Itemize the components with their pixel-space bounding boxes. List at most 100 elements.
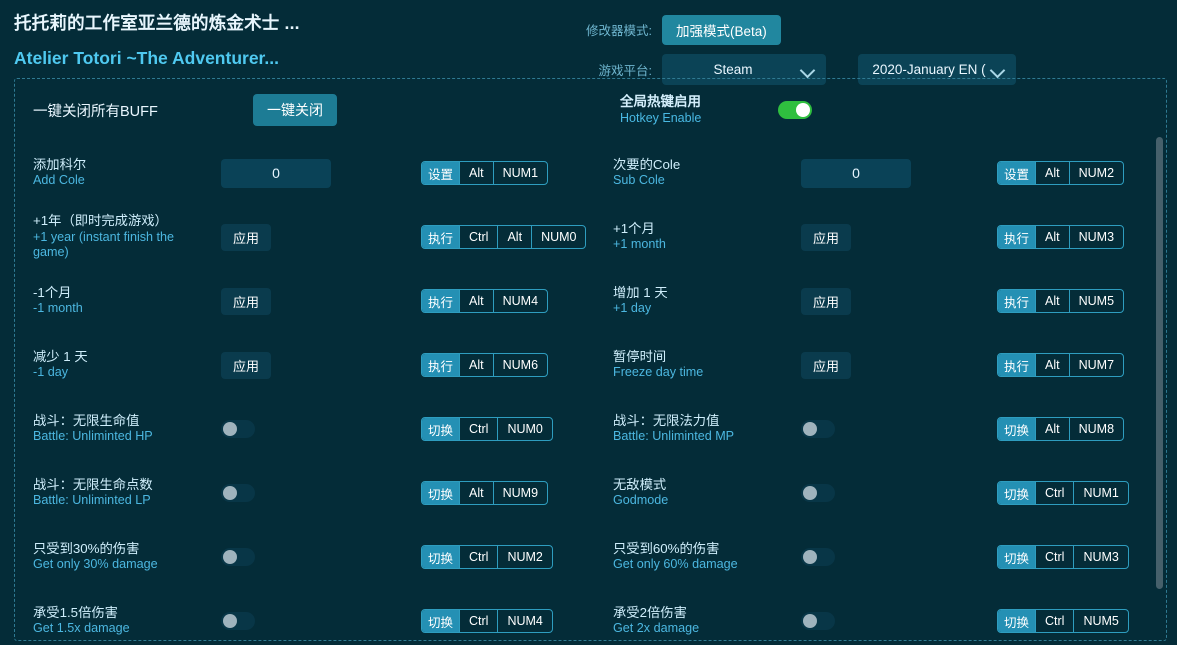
hotkey-key[interactable]: Alt xyxy=(1035,162,1069,184)
cheat-toggle[interactable] xyxy=(801,420,835,438)
cheat-label: -1个月-1 month xyxy=(33,285,221,317)
cheat-value-input[interactable] xyxy=(221,159,331,188)
hotkey-action-button[interactable]: 切换 xyxy=(422,418,459,440)
hotkey-key[interactable]: Alt xyxy=(1035,226,1069,248)
hotkey-key[interactable]: Ctrl xyxy=(1035,482,1073,504)
hotkey-key[interactable]: NUM7 xyxy=(1069,354,1123,376)
hotkey-binding[interactable]: 切换CtrlNUM5 xyxy=(997,609,1129,633)
hotkey-action-button[interactable]: 设置 xyxy=(998,162,1035,184)
apply-button[interactable]: 应用 xyxy=(801,352,851,379)
hotkey-key[interactable]: Alt xyxy=(1035,290,1069,312)
hotkey-action-button[interactable]: 执行 xyxy=(422,290,459,312)
hotkey-key[interactable]: NUM8 xyxy=(1069,418,1123,440)
close-all-buffs-button[interactable]: 一键关闭 xyxy=(253,94,337,126)
cheat-value-input[interactable] xyxy=(801,159,911,188)
hotkey-enable-label: 全局热键启用 Hotkey Enable xyxy=(603,94,778,127)
hotkey-binding[interactable]: 切换AltNUM9 xyxy=(421,481,548,505)
apply-button[interactable]: 应用 xyxy=(221,288,271,315)
hotkey-key[interactable]: Alt xyxy=(459,482,493,504)
hotkey-action-button[interactable]: 切换 xyxy=(998,482,1035,504)
cheat-toggle[interactable] xyxy=(221,548,255,566)
hotkey-key[interactable]: NUM2 xyxy=(497,546,551,568)
hotkey-key[interactable]: Ctrl xyxy=(1035,610,1073,632)
apply-button[interactable]: 应用 xyxy=(801,288,851,315)
hotkey-action-button[interactable]: 执行 xyxy=(422,226,459,248)
hotkey-enable-toggle[interactable] xyxy=(778,101,812,119)
hotkey-action-button[interactable]: 设置 xyxy=(422,162,459,184)
hotkey-action-button[interactable]: 执行 xyxy=(998,354,1035,376)
hotkey-binding[interactable]: 执行AltNUM7 xyxy=(997,353,1124,377)
trainer-mode-row: 修改器模式: 加强模式(Beta) xyxy=(574,13,781,46)
hotkey-key[interactable]: Ctrl xyxy=(459,226,497,248)
hotkey-action-button[interactable]: 执行 xyxy=(998,290,1035,312)
hotkey-binding[interactable]: 执行AltNUM4 xyxy=(421,289,548,313)
hotkey-key[interactable]: Alt xyxy=(497,226,531,248)
hotkey-action-button[interactable]: 切换 xyxy=(422,610,459,632)
hotkey-key[interactable]: NUM0 xyxy=(497,418,551,440)
hotkey-key[interactable]: NUM4 xyxy=(497,610,551,632)
hotkey-binding[interactable]: 切换CtrlNUM1 xyxy=(997,481,1129,505)
hotkey-action-button[interactable]: 切换 xyxy=(998,610,1035,632)
hotkey-binding[interactable]: 切换CtrlNUM0 xyxy=(421,417,553,441)
cheat-control: 应用 xyxy=(801,352,973,379)
scrollbar-thumb[interactable] xyxy=(1156,137,1163,589)
toggle-knob xyxy=(803,614,817,628)
hotkey-binding[interactable]: 切换AltNUM8 xyxy=(997,417,1124,441)
cheat-toggle[interactable] xyxy=(221,612,255,630)
cheat-label: 战斗：无限法力值Battle: Unliminted MP xyxy=(613,413,801,445)
hotkey-action-button[interactable]: 执行 xyxy=(998,226,1035,248)
apply-button[interactable]: 应用 xyxy=(221,224,271,251)
hotkey-key[interactable]: NUM1 xyxy=(493,162,547,184)
hotkey-action-button[interactable]: 切换 xyxy=(422,546,459,568)
hotkey-key[interactable]: Ctrl xyxy=(459,610,497,632)
hotkey-binding[interactable]: 设置AltNUM2 xyxy=(997,161,1124,185)
hotkey-key[interactable]: Alt xyxy=(459,162,493,184)
toggle-knob xyxy=(803,550,817,564)
hotkey-key[interactable]: Alt xyxy=(459,354,493,376)
close-all-buffs-label: 一键关闭所有BUFF xyxy=(23,100,253,121)
hotkey-key[interactable]: Alt xyxy=(1035,354,1069,376)
apply-button[interactable]: 应用 xyxy=(221,352,271,379)
cheat-toggle[interactable] xyxy=(221,420,255,438)
hotkey-key[interactable]: Ctrl xyxy=(1035,546,1073,568)
hotkey-binding[interactable]: 设置AltNUM1 xyxy=(421,161,548,185)
cheat-toggle[interactable] xyxy=(801,548,835,566)
hotkey-key[interactable]: NUM3 xyxy=(1069,226,1123,248)
hotkey-action-button[interactable]: 切换 xyxy=(998,418,1035,440)
panel-scrollbar[interactable] xyxy=(1155,81,1164,638)
hotkey-key[interactable]: NUM1 xyxy=(1073,482,1127,504)
hotkey-key[interactable]: NUM9 xyxy=(493,482,547,504)
hotkey-key[interactable]: NUM4 xyxy=(493,290,547,312)
hotkey-key[interactable]: NUM0 xyxy=(531,226,585,248)
cheat-toggle[interactable] xyxy=(221,484,255,502)
hotkey-key[interactable]: Ctrl xyxy=(459,418,497,440)
hotkey-action-button[interactable]: 执行 xyxy=(422,354,459,376)
hotkey-key[interactable]: NUM5 xyxy=(1073,610,1127,632)
cheat-toggle[interactable] xyxy=(801,484,835,502)
cheat-label: +1个月+1 month xyxy=(613,221,801,253)
hotkey-key[interactable]: NUM3 xyxy=(1073,546,1127,568)
hotkey-binding[interactable]: 执行AltNUM5 xyxy=(997,289,1124,313)
toggle-knob xyxy=(223,550,237,564)
hotkey-action-button[interactable]: 切换 xyxy=(422,482,459,504)
cheat-label-cn: 暂停时间 xyxy=(613,349,793,366)
hotkey-key[interactable]: NUM2 xyxy=(1069,162,1123,184)
apply-button[interactable]: 应用 xyxy=(801,224,851,251)
hotkey-binding[interactable]: 切换CtrlNUM2 xyxy=(421,545,553,569)
hotkey-binding[interactable]: 执行AltNUM6 xyxy=(421,353,548,377)
trainer-mode-button[interactable]: 加强模式(Beta) xyxy=(662,15,781,45)
hotkey-binding[interactable]: 执行AltNUM3 xyxy=(997,225,1124,249)
cheat-label-cn: -1个月 xyxy=(33,285,213,302)
hotkey-binding[interactable]: 切换CtrlNUM3 xyxy=(997,545,1129,569)
cheat-toggle[interactable] xyxy=(801,612,835,630)
hotkey-key[interactable]: Alt xyxy=(459,290,493,312)
hotkey-action-button[interactable]: 切换 xyxy=(998,546,1035,568)
hotkey-key[interactable]: NUM6 xyxy=(493,354,547,376)
hotkey-key[interactable]: Ctrl xyxy=(459,546,497,568)
hotkey-key[interactable]: NUM5 xyxy=(1069,290,1123,312)
hotkey-key[interactable]: Alt xyxy=(1035,418,1069,440)
cheat-label-en: Get only 60% damage xyxy=(613,557,793,573)
cheat-label-en: -1 day xyxy=(33,365,213,381)
hotkey-binding[interactable]: 切换CtrlNUM4 xyxy=(421,609,553,633)
hotkey-binding[interactable]: 执行CtrlAltNUM0 xyxy=(421,225,586,249)
